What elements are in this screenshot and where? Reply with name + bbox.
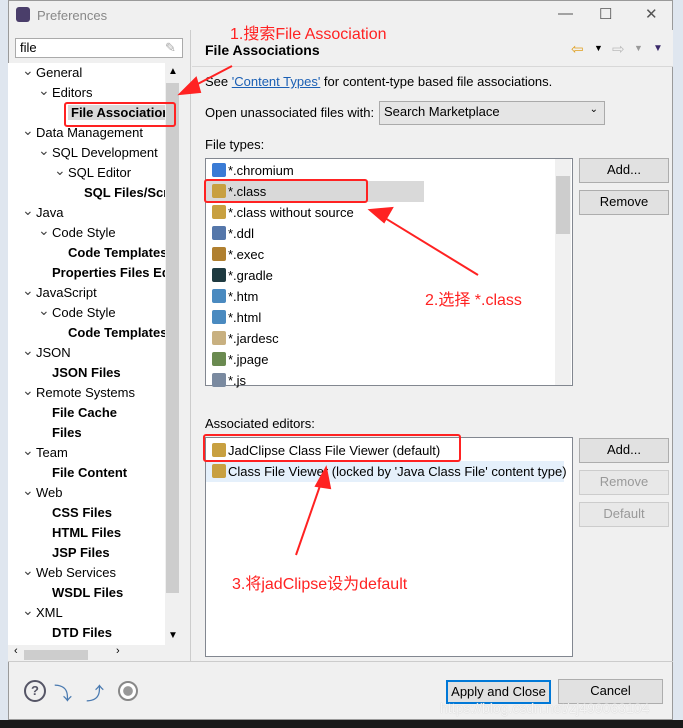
annotation-arrows	[177, 65, 479, 556]
arrow-step3	[295, 479, 323, 556]
arrowhead-step3	[314, 465, 332, 490]
arrow-step2	[379, 214, 479, 276]
arrowhead-step1	[177, 76, 202, 96]
